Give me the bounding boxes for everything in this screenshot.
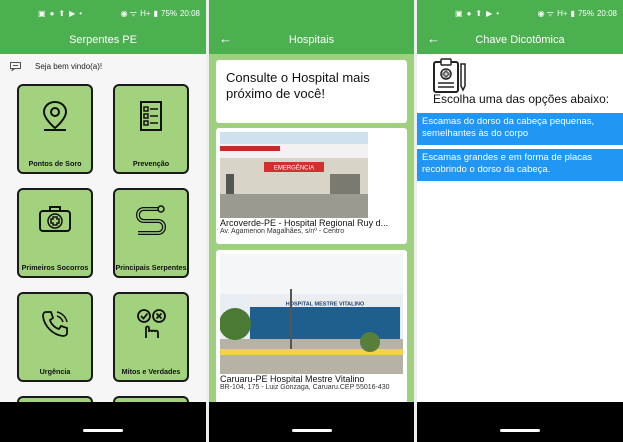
hospital-address: BR-104, 175 - Luiz Gonzaga, Caruaru.CEP … [220, 384, 390, 391]
hospital-card[interactable]: EMERGÊNCIA Arcoverde-PE - Hospital Regio… [216, 128, 407, 244]
battery-icon: ▮ [153, 8, 158, 18]
tile-label: Principais Serpentes [115, 263, 187, 272]
clipboard-icon [433, 58, 466, 93]
screen-serpentes-home: ▣ ● ⬆ ▶ • ◉ ᯤ H+ ▮ 75% 20:08 Serpentes PE Se… [0, 0, 206, 442]
system-nav-bar [417, 402, 623, 442]
tile-label: Prevenção [132, 159, 170, 168]
first-aid-kit-icon [39, 206, 71, 232]
status-bar: ▣ ● ⬆ ▶ • ◉ ᯤ H+ ▮ 75% 20:08 [0, 0, 206, 26]
message-icon [10, 61, 21, 71]
status-right: ◉ ᯤ H+ ▮ 75% 20:08 [121, 8, 200, 19]
system-nav-bar [209, 402, 414, 442]
back-arrow-icon[interactable]: ← [219, 31, 232, 46]
app-bar: Serpentes PE [0, 26, 206, 54]
option-button[interactable]: Escamas do dorso da cabeça pequenas, sem… [417, 113, 623, 145]
status-bar: ▣ ● ⬆ ▶ • ◉ ᯤ H+ ▮ 75% 20:08 [417, 0, 623, 26]
system-nav-bar [0, 402, 206, 442]
status-right: ◉ ᯤ H+ ▮ 75% 20:08 [538, 8, 617, 19]
hospital-address: Av. Agamenon Magalhães, s/nº - Centro [220, 228, 345, 235]
hospital-name: Arcoverde-PE - Hospital Regional Ruy d..… [220, 218, 389, 228]
check-cross-hand-icon [137, 309, 166, 338]
status-bar [209, 0, 414, 26]
emergency-sign: EMERGÊNCIA [274, 164, 314, 172]
home-indicator[interactable] [500, 429, 540, 432]
tile-label: Urgência [39, 367, 71, 376]
checklist-icon [140, 101, 162, 131]
network-type: H+ [140, 8, 151, 18]
map-pin-icon [42, 100, 68, 131]
page-title: Chave Dicotômica [475, 34, 565, 46]
intro-text: Consulte o Hospital mais próximo de você… [226, 70, 370, 102]
back-arrow-icon[interactable]: ← [427, 31, 440, 46]
tile-prevencao[interactable]: Prevenção [113, 84, 189, 174]
clock: 20:08 [596, 8, 617, 18]
app-bar: ← Chave Dicotômica [417, 26, 623, 54]
welcome-text: Seja bem vindo(a)! [35, 61, 103, 71]
home-indicator[interactable] [83, 429, 123, 432]
tile-urgencia[interactable]: Urgência [17, 292, 93, 382]
signal-icon: ◉ ᯤ [537, 8, 555, 18]
screen-hospitais: ← Hospitais Consulte o Hospital mais pró… [209, 0, 414, 442]
tile-pontos-de-soro[interactable]: Pontos de Soro [17, 84, 93, 174]
hospital-name: Caruaru-PE Hospital Mestre Vitalino [220, 374, 365, 384]
battery-icon: ▮ [570, 8, 575, 18]
battery-level: 75% [577, 8, 594, 18]
signal-icon: ◉ ᯤ [120, 8, 138, 18]
tile-label: Primeiros Socorros [21, 263, 89, 272]
tile-label: Pontos de Soro [28, 159, 82, 168]
tile-primeiros-socorros[interactable]: Primeiros Socorros [17, 188, 93, 278]
snake-icon [135, 205, 167, 235]
page-title: Serpentes PE [69, 34, 137, 46]
notification-icons: ▣ ● ⬆ ▶ • [38, 8, 83, 18]
option-button[interactable]: Escamas grandes e em forma de placas rec… [417, 149, 623, 181]
tile-mitos-e-verdades[interactable]: Mitos e Verdades [113, 292, 189, 382]
tile-principais-serpentes[interactable]: Principais Serpentes [113, 188, 189, 278]
tile-label: Mitos e Verdades [121, 367, 181, 376]
building-sign: HOSPITAL MESTRE VITALINO [286, 302, 365, 308]
intro-card: Consulte o Hospital mais próximo de você… [216, 60, 407, 123]
phone-call-icon [42, 311, 68, 337]
notification-icons: ▣ ● ⬆ ▶ • [455, 8, 500, 18]
battery-level: 75% [160, 8, 177, 18]
home-indicator[interactable] [291, 429, 332, 432]
welcome-row: Seja bem vindo(a)! [0, 54, 206, 78]
prompt-text: Escolha uma das opções abaixo: [433, 92, 610, 106]
page-title: Hospitais [288, 34, 335, 46]
app-bar: ← Hospitais [209, 26, 414, 54]
screen-chave-dicotomica: ▣ ● ⬆ ▶ • ◉ ᯤ H+ ▮ 75% 20:08 ← Chave Dicotôm… [417, 0, 623, 442]
hospital-card[interactable]: HOSPITAL MESTRE VITALINO Caruaru-PE Hosp… [216, 250, 407, 410]
hospital-photo: EMERGÊNCIA [220, 132, 368, 218]
hospital-photo: HOSPITAL MESTRE VITALINO [220, 254, 403, 374]
network-type: H+ [557, 8, 568, 18]
clock: 20:08 [179, 8, 200, 18]
